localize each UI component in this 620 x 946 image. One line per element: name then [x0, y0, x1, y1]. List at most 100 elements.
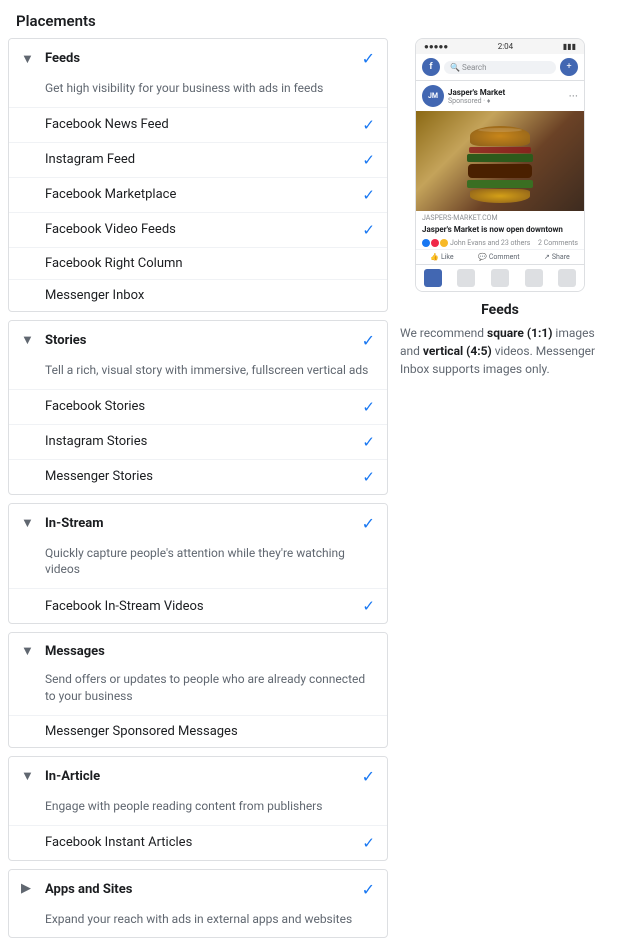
- placement-label: Facebook Stories: [45, 399, 362, 414]
- section-header-stories[interactable]: ▼ Stories ✓: [9, 321, 387, 360]
- section-title: In-Article: [45, 769, 362, 784]
- nav-notifications[interactable]: [525, 269, 543, 287]
- chevron-icon: ▼: [21, 643, 37, 659]
- check-icon: ✓: [362, 398, 375, 416]
- reaction-count: John Evans and 23 others: [450, 239, 530, 247]
- placement-label: Facebook Right Column: [45, 256, 375, 271]
- placement-item-feeds-1[interactable]: Instagram Feed ✓: [9, 142, 387, 177]
- placement-label: Messenger Inbox: [45, 288, 375, 303]
- love-reaction: [431, 239, 439, 247]
- reaction-icons: [422, 239, 448, 247]
- placement-item-stories-1[interactable]: Instagram Stories ✓: [9, 424, 387, 459]
- section-header-appsites[interactable]: ▶ Apps and Sites ✓: [9, 870, 387, 909]
- section-header-instream[interactable]: ▼ In-Stream ✓: [9, 504, 387, 543]
- placement-item-stories-0[interactable]: Facebook Stories ✓: [9, 389, 387, 424]
- nav-groups[interactable]: [491, 269, 509, 287]
- notification-icon: +: [560, 58, 578, 76]
- check-icon: ✓: [362, 221, 375, 239]
- nav-menu[interactable]: [558, 269, 576, 287]
- lettuce-bottom: [467, 180, 533, 188]
- placement-item-inarticle-0[interactable]: Facebook Instant Articles ✓: [9, 825, 387, 860]
- link-domain: JASPERS-MARKET.COM: [416, 211, 584, 225]
- section-inarticle: ▼ In-Article ✓ Engage with people readin…: [8, 756, 388, 861]
- section-check-icon: ✓: [362, 767, 375, 786]
- check-icon: ✓: [362, 834, 375, 852]
- comment-button[interactable]: 💬 Comment: [478, 253, 519, 261]
- preview-panel: ●●●●● 2:04 ▮▮▮ f 🔍 Search + JM Jasper's …: [388, 38, 612, 946]
- section-stories: ▼ Stories ✓ Tell a rich, visual story wi…: [8, 320, 388, 495]
- section-check-icon: ✓: [362, 514, 375, 533]
- like-button[interactable]: 👍 Like: [430, 253, 453, 261]
- section-check-icon: ✓: [362, 49, 375, 68]
- section-desc: Tell a rich, visual story with immersive…: [9, 360, 387, 389]
- share-icon: ↗: [544, 253, 550, 261]
- link-title: Jasper's Market is now open downtown: [416, 225, 584, 237]
- placement-item-instream-0[interactable]: Facebook In-Stream Videos ✓: [9, 588, 387, 623]
- patty-layer: [468, 164, 532, 178]
- lettuce-layer: [467, 154, 533, 162]
- comments-count: 2 Comments: [538, 239, 578, 247]
- wow-reaction: [440, 239, 448, 247]
- section-title: Stories: [45, 333, 362, 348]
- vertical-emphasis: vertical (4:5): [423, 344, 492, 358]
- comment-label: Comment: [489, 253, 520, 261]
- placement-item-messages-0[interactable]: Messenger Sponsored Messages: [9, 715, 387, 747]
- post-actions: 👍 Like 💬 Comment ↗ Share: [416, 250, 584, 264]
- signal-icon: ●●●●●: [424, 42, 448, 51]
- share-label: Share: [552, 253, 570, 261]
- check-icon: ✓: [362, 116, 375, 134]
- section-check-icon: ✓: [362, 880, 375, 899]
- bun-top: [470, 126, 530, 146]
- section-appsites: ▶ Apps and Sites ✓ Expand your reach wit…: [8, 869, 388, 939]
- placement-item-feeds-4[interactable]: Facebook Right Column: [9, 247, 387, 279]
- check-icon: ✓: [362, 151, 375, 169]
- section-title: Messages: [45, 644, 375, 659]
- section-title: Apps and Sites: [45, 882, 362, 897]
- placements-panel: ▼ Feeds ✓ Get high visibility for your b…: [8, 38, 388, 946]
- placement-item-feeds-2[interactable]: Facebook Marketplace ✓: [9, 177, 387, 212]
- placement-label: Messenger Sponsored Messages: [45, 724, 375, 739]
- placement-label: Facebook Instant Articles: [45, 835, 362, 850]
- page-title: Placements: [0, 0, 620, 38]
- check-icon: ✓: [362, 468, 375, 486]
- placement-label: Facebook Video Feeds: [45, 222, 362, 237]
- section-header-feeds[interactable]: ▼ Feeds ✓: [9, 39, 387, 78]
- share-button[interactable]: ↗ Share: [544, 253, 570, 261]
- chevron-icon: ▼: [21, 51, 37, 67]
- time-display: 2:04: [498, 42, 513, 51]
- section-desc: Quickly capture people's attention while…: [9, 543, 387, 589]
- like-reaction: [422, 239, 430, 247]
- section-desc: Engage with people reading content from …: [9, 796, 387, 825]
- nav-home[interactable]: [424, 269, 442, 287]
- phone-toolbar: f 🔍 Search +: [416, 54, 584, 81]
- sponsored-label: Sponsored · ♦: [448, 97, 505, 105]
- like-icon: 👍: [430, 253, 439, 261]
- placement-item-stories-2[interactable]: Messenger Stories ✓: [9, 459, 387, 494]
- facebook-logo: f: [422, 58, 440, 76]
- section-desc: Expand your reach with ads in external a…: [9, 909, 387, 938]
- section-feeds: ▼ Feeds ✓ Get high visibility for your b…: [8, 38, 388, 312]
- placement-item-feeds-3[interactable]: Facebook Video Feeds ✓: [9, 212, 387, 247]
- battery-icon: ▮▮▮: [563, 42, 576, 51]
- poster-name: Jasper's Market: [448, 88, 505, 97]
- square-emphasis: square (1:1): [487, 326, 552, 340]
- placement-label: Facebook Marketplace: [45, 187, 362, 202]
- nav-watch[interactable]: [457, 269, 475, 287]
- phone-preview: ●●●●● 2:04 ▮▮▮ f 🔍 Search + JM Jasper's …: [415, 38, 585, 292]
- reaction-info: John Evans and 23 others: [422, 239, 530, 247]
- preview-section-title: Feeds: [396, 302, 604, 318]
- placement-label: Facebook In-Stream Videos: [45, 599, 362, 614]
- section-header-inarticle[interactable]: ▼ In-Article ✓: [9, 757, 387, 796]
- section-header-messages[interactable]: ▼ Messages: [9, 633, 387, 669]
- chevron-icon: ▼: [21, 515, 37, 531]
- section-check-icon: ✓: [362, 331, 375, 350]
- placement-label: Instagram Feed: [45, 152, 362, 167]
- section-title: Feeds: [45, 51, 362, 66]
- post-image: [416, 111, 584, 211]
- phone-status-bar: ●●●●● 2:04 ▮▮▮: [416, 39, 584, 54]
- placement-label: Facebook News Feed: [45, 117, 362, 132]
- post-options-icon[interactable]: ···: [569, 89, 578, 103]
- placement-item-feeds-5[interactable]: Messenger Inbox: [9, 279, 387, 311]
- placement-item-feeds-0[interactable]: Facebook News Feed ✓: [9, 107, 387, 142]
- comment-icon: 💬: [478, 253, 487, 261]
